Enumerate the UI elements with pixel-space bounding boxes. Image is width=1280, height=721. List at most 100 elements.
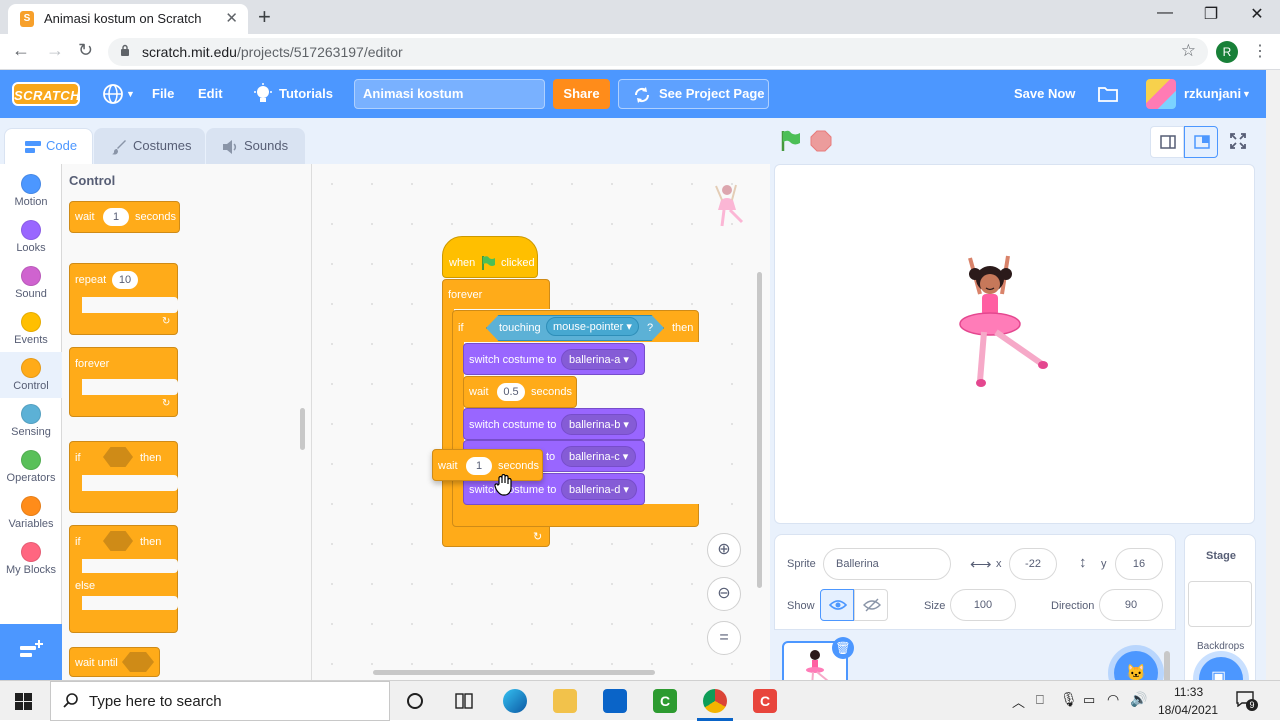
wait-seconds-input[interactable]: 1: [103, 208, 129, 226]
category-sound[interactable]: Sound: [0, 260, 62, 306]
notification-center-button[interactable]: 9: [1236, 689, 1258, 711]
user-avatar[interactable]: [1146, 79, 1176, 109]
clock-time[interactable]: 11:33: [1174, 685, 1203, 699]
my-stuff-folder-icon[interactable]: [1098, 85, 1118, 102]
category-control[interactable]: Control: [0, 352, 62, 398]
edit-menu[interactable]: Edit: [198, 86, 223, 101]
y-position-input[interactable]: 16: [1115, 548, 1163, 580]
workspace-vertical-scrollbar[interactable]: [757, 272, 762, 588]
zoom-in-button[interactable]: ⊕: [707, 533, 741, 567]
see-project-page-button[interactable]: See Project Page: [618, 79, 769, 109]
condition-slot[interactable]: [103, 447, 133, 467]
palette-scrollbar[interactable]: [300, 408, 305, 450]
zoom-out-button[interactable]: ⊖: [707, 577, 741, 611]
back-icon[interactable]: ←: [12, 40, 30, 61]
file-explorer-icon[interactable]: [553, 689, 577, 713]
show-visible-button[interactable]: [820, 589, 854, 621]
wait-seconds-input[interactable]: 0.5: [497, 383, 525, 401]
costume-dropdown[interactable]: ballerina-d ▾: [561, 479, 637, 500]
palette-if-else-block[interactable]: if then else: [69, 525, 178, 633]
stage-selector-panel[interactable]: Stage Backdrops ▣: [1184, 534, 1256, 701]
category-motion[interactable]: Motion: [0, 168, 62, 214]
category-looks[interactable]: Looks: [0, 214, 62, 260]
costume-dropdown[interactable]: ballerina-c ▾: [561, 446, 637, 467]
save-now-button[interactable]: Save Now: [1014, 86, 1075, 101]
chevron-down-icon[interactable]: ▼: [1242, 89, 1251, 99]
microphone-icon[interactable]: 🎙: [1060, 691, 1078, 708]
wait-seconds-input[interactable]: 1: [466, 457, 492, 475]
small-stage-button[interactable]: [1150, 126, 1184, 158]
tutorials-button[interactable]: Tutorials: [279, 86, 333, 101]
camtasia-editor-icon[interactable]: C: [753, 689, 777, 713]
ballerina-sprite[interactable]: [950, 246, 1050, 391]
stop-sign-icon[interactable]: [810, 130, 832, 152]
reload-icon[interactable]: ↻: [78, 40, 93, 61]
size-input[interactable]: 100: [950, 589, 1016, 621]
windows-start-icon[interactable]: [15, 693, 32, 710]
forward-icon[interactable]: →: [46, 40, 64, 61]
repeat-count-input[interactable]: 10: [112, 271, 138, 289]
camtasia-recorder-icon[interactable]: C: [653, 689, 677, 713]
palette-wait-block[interactable]: wait 1 seconds: [69, 201, 180, 233]
battery-icon[interactable]: ▭: [1083, 692, 1095, 708]
mail-icon[interactable]: [603, 689, 627, 713]
profile-avatar[interactable]: R: [1216, 41, 1238, 63]
switch-costume-a-block[interactable]: switch costume to ballerina-a ▾: [463, 343, 645, 375]
stage-thumbnail[interactable]: [1188, 581, 1252, 627]
category-events[interactable]: Events: [0, 306, 62, 352]
condition-slot[interactable]: [103, 531, 133, 551]
palette-if-then-block[interactable]: if then: [69, 441, 178, 513]
close-tab-icon[interactable]: ✕: [225, 9, 238, 27]
scratch-logo[interactable]: SCRATCH: [12, 82, 80, 106]
wait-half-second-block[interactable]: wait 0.5 seconds: [463, 376, 577, 408]
costume-dropdown[interactable]: ballerina-b ▾: [561, 414, 637, 435]
volume-icon[interactable]: 🔊: [1130, 691, 1147, 708]
delete-sprite-button[interactable]: 🗑: [832, 637, 854, 659]
category-my-blocks[interactable]: My Blocks: [0, 536, 62, 582]
large-stage-button[interactable]: [1184, 126, 1218, 158]
category-operators[interactable]: Operators: [0, 444, 62, 490]
share-button[interactable]: Share: [553, 79, 610, 109]
palette-repeat-block[interactable]: repeat 10 ↻: [69, 263, 178, 335]
username[interactable]: rzkunjani: [1184, 86, 1241, 101]
zoom-reset-button[interactable]: =: [707, 621, 741, 655]
palette-forever-block[interactable]: forever ↻: [69, 347, 178, 417]
url-field[interactable]: scratch.mit.edu/projects/517263197/edito…: [108, 38, 1208, 66]
category-variables[interactable]: Variables: [0, 490, 62, 536]
device-icon[interactable]: ⎕: [1036, 692, 1044, 708]
browser-tab[interactable]: S Animasi kostum on Scratch ✕: [8, 4, 248, 34]
condition-slot[interactable]: [122, 652, 154, 672]
taskbar-search-box[interactable]: Type here to search: [50, 681, 390, 721]
page-scrollbar[interactable]: [1266, 70, 1280, 690]
task-view-icon[interactable]: [454, 692, 474, 710]
project-title-input[interactable]: Animasi kostum: [354, 79, 545, 109]
show-hidden-icons-icon[interactable]: ︿: [1012, 692, 1025, 711]
chrome-icon[interactable]: [703, 689, 727, 713]
tab-sounds[interactable]: Sounds: [206, 128, 305, 164]
tab-costumes[interactable]: Costumes: [94, 128, 205, 164]
cortana-icon[interactable]: [406, 692, 424, 710]
touching-target-dropdown[interactable]: mouse-pointer ▾: [546, 317, 639, 336]
edge-browser-icon[interactable]: [503, 689, 527, 713]
category-sensing[interactable]: Sensing: [0, 398, 62, 444]
x-position-input[interactable]: -22: [1009, 548, 1057, 580]
new-tab-icon[interactable]: +: [258, 4, 271, 30]
clock-date[interactable]: 18/04/2021: [1158, 703, 1218, 717]
restore-icon[interactable]: ❐: [1188, 4, 1234, 24]
green-flag-icon[interactable]: [779, 129, 801, 153]
workspace-horizontal-scrollbar[interactable]: [373, 670, 655, 675]
bookmark-star-icon[interactable]: ☆: [1181, 41, 1196, 61]
language-globe-icon[interactable]: [102, 83, 124, 105]
dragged-wait-block[interactable]: wait 1 seconds: [432, 449, 543, 481]
show-hidden-button[interactable]: [854, 589, 888, 621]
palette-wait-until-block[interactable]: wait until: [69, 647, 160, 677]
fullscreen-icon[interactable]: [1230, 133, 1246, 149]
sprite-name-input[interactable]: Ballerina: [823, 548, 951, 580]
file-menu[interactable]: File: [152, 86, 174, 101]
when-flag-clicked-block[interactable]: when clicked: [442, 236, 538, 278]
minimize-icon[interactable]: —: [1142, 4, 1188, 22]
tab-code[interactable]: Code: [4, 128, 93, 164]
add-extension-button[interactable]: [0, 624, 62, 680]
wifi-icon[interactable]: ◠: [1107, 691, 1119, 708]
switch-costume-b-block[interactable]: switch costume to ballerina-b ▾: [463, 408, 645, 440]
